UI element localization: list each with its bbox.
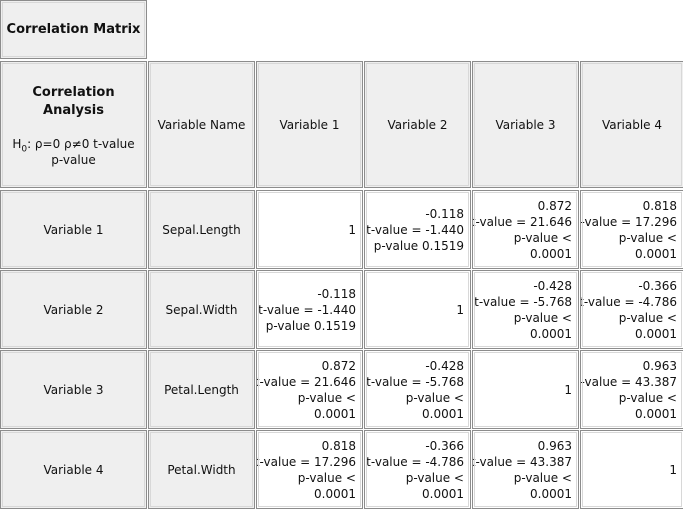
p-value-text: p-value < bbox=[405, 470, 464, 485]
correlation-value: -0.366 bbox=[425, 438, 464, 453]
correlation-cell[interactable]: 0.818 t-value = 17.296 p-value <0.0001 bbox=[580, 190, 683, 269]
t-value-text: t-value = 21.646 bbox=[256, 374, 356, 389]
correlation-stats: -0.366 t-value = -4.786 p-value <0.0001 bbox=[366, 438, 464, 502]
correlation-value: 0.872 bbox=[537, 198, 572, 213]
p-value-number: 0.0001 bbox=[530, 486, 572, 501]
correlation-cell[interactable]: -0.118 t-value = -1.440 p-value 0.1519 bbox=[256, 270, 363, 349]
row-header[interactable]: Variable 4 bbox=[0, 430, 147, 509]
p-value-text: p-value 0.1519 bbox=[373, 238, 464, 253]
t-value-text: t-value = -1.440 bbox=[258, 302, 356, 317]
p-value-text: p-value < bbox=[513, 310, 572, 325]
correlation-value: 1 bbox=[456, 302, 464, 317]
correlation-cell[interactable]: 0.872 t-value = 21.646 p-value <0.0001 bbox=[472, 190, 579, 269]
t-value-text: t-value = 17.296 bbox=[580, 214, 677, 229]
p-value-number: 0.0001 bbox=[530, 326, 572, 341]
p-value-text: p-value < bbox=[405, 390, 464, 405]
p-value-number: 0.0001 bbox=[635, 406, 677, 421]
variable-name-cell: Sepal.Length bbox=[148, 190, 255, 269]
correlation-value: -0.428 bbox=[533, 278, 572, 293]
row-header[interactable]: Variable 2 bbox=[0, 270, 147, 349]
correlation-value: 0.963 bbox=[537, 438, 572, 453]
p-value-number: 0.0001 bbox=[314, 406, 356, 421]
diagonal-cell[interactable]: 1 bbox=[580, 430, 683, 509]
pvalue-legend: p-value bbox=[51, 153, 96, 167]
correlation-value: -0.118 bbox=[425, 206, 464, 221]
t-value-text: t-value = -1.440 bbox=[366, 222, 464, 237]
t-value-text: t-value = 17.296 bbox=[256, 454, 356, 469]
correlation-cell[interactable]: -0.428 t-value = -5.768 p-value <0.0001 bbox=[472, 270, 579, 349]
correlation-stats: -0.118 t-value = -1.440 p-value 0.1519 bbox=[366, 206, 464, 254]
correlation-stats: -0.118 t-value = -1.440 p-value 0.1519 bbox=[258, 286, 356, 334]
p-value-number: 0.0001 bbox=[314, 486, 356, 501]
correlation-value: 1 bbox=[348, 222, 356, 237]
correlation-cell[interactable]: -0.118 t-value = -1.440 p-value 0.1519 bbox=[364, 190, 471, 269]
p-value-text: p-value < bbox=[618, 310, 677, 325]
correlation-cell[interactable]: 0.963 t-value = 43.387 p-value <0.0001 bbox=[472, 430, 579, 509]
variable-name-cell: Sepal.Width bbox=[148, 270, 255, 349]
correlation-stats: -0.366 t-value = -4.786 p-value <0.0001 bbox=[580, 278, 677, 342]
correlation-cell[interactable]: 0.872 t-value = 21.646 p-value <0.0001 bbox=[256, 350, 363, 429]
variable-name-cell: Petal.Width bbox=[148, 430, 255, 509]
correlation-cell[interactable]: -0.366 t-value = -4.786 p-value <0.0001 bbox=[580, 270, 683, 349]
column-header[interactable]: Variable 4 bbox=[580, 61, 683, 188]
correlation-value: -0.366 bbox=[638, 278, 677, 293]
correlation-value: 0.818 bbox=[642, 198, 677, 213]
column-header[interactable]: Variable 3 bbox=[472, 61, 579, 188]
row-header[interactable]: Variable 1 bbox=[0, 190, 147, 269]
p-value-text: p-value < bbox=[618, 390, 677, 405]
correlation-stats: 0.963 t-value = 43.387 p-value <0.0001 bbox=[580, 358, 677, 422]
correlation-stats: 0.872 t-value = 21.646 p-value <0.0001 bbox=[256, 358, 356, 422]
correlation-cell[interactable]: 0.963 t-value = 43.387 p-value <0.0001 bbox=[580, 350, 683, 429]
correlation-stats: 0.872 t-value = 21.646 p-value <0.0001 bbox=[472, 198, 572, 262]
t-value-text: t-value = 43.387 bbox=[580, 374, 677, 389]
t-value-text: t-value = -4.786 bbox=[580, 294, 677, 309]
analysis-corner-header: Correlation Analysis H0: ρ=0 ρ≠0 t-value… bbox=[0, 61, 147, 188]
correlation-value: -0.428 bbox=[425, 358, 464, 373]
t-value-text: t-value = 43.387 bbox=[472, 454, 572, 469]
correlation-cell[interactable]: -0.428 t-value = -5.768 p-value <0.0001 bbox=[364, 350, 471, 429]
diagonal-cell[interactable]: 1 bbox=[256, 190, 363, 269]
correlation-value: -0.118 bbox=[317, 286, 356, 301]
column-header[interactable]: Variable 2 bbox=[364, 61, 471, 188]
p-value-text: p-value < bbox=[297, 390, 356, 405]
t-value-text: t-value = -5.768 bbox=[474, 294, 572, 309]
correlation-stats: 0.963 t-value = 43.387 p-value <0.0001 bbox=[472, 438, 572, 502]
p-value-number: 0.0001 bbox=[422, 406, 464, 421]
row-header[interactable]: Variable 3 bbox=[0, 350, 147, 429]
variable-name-cell: Petal.Length bbox=[148, 350, 255, 429]
diagonal-cell[interactable]: 1 bbox=[472, 350, 579, 429]
p-value-number: 0.0001 bbox=[635, 246, 677, 261]
p-value-number: 0.0001 bbox=[422, 486, 464, 501]
correlation-cell[interactable]: 0.818 t-value = 17.296 p-value <0.0001 bbox=[256, 430, 363, 509]
correlation-value: 1 bbox=[564, 382, 572, 397]
t-value-text: t-value = -5.768 bbox=[366, 374, 464, 389]
correlation-stats: 0.818 t-value = 17.296 p-value <0.0001 bbox=[580, 198, 677, 262]
p-value-text: p-value < bbox=[513, 470, 572, 485]
correlation-value: 0.818 bbox=[321, 438, 356, 453]
p-value-text: p-value 0.1519 bbox=[265, 318, 356, 333]
correlation-value: 0.872 bbox=[321, 358, 356, 373]
p-value-text: p-value < bbox=[297, 470, 356, 485]
t-value-text: t-value = 21.646 bbox=[472, 214, 572, 229]
hypothesis-line: H0: ρ=0 ρ≠0 t-value bbox=[12, 137, 135, 155]
corner-line1: Correlation bbox=[32, 85, 115, 100]
column-header[interactable]: Variable Name bbox=[148, 61, 255, 188]
p-value-number: 0.0001 bbox=[635, 326, 677, 341]
correlation-value: 0.963 bbox=[642, 358, 677, 373]
p-value-number: 0.0001 bbox=[530, 246, 572, 261]
matrix-title: Correlation Matrix bbox=[0, 0, 147, 59]
p-value-text: p-value < bbox=[618, 230, 677, 245]
correlation-stats: 0.818 t-value = 17.296 p-value <0.0001 bbox=[256, 438, 356, 502]
correlation-value: 1 bbox=[669, 462, 677, 477]
correlation-stats: -0.428 t-value = -5.768 p-value <0.0001 bbox=[366, 358, 464, 422]
t-value-text: t-value = -4.786 bbox=[366, 454, 464, 469]
corner-line2: Analysis bbox=[43, 103, 104, 118]
correlation-cell[interactable]: -0.366 t-value = -4.786 p-value <0.0001 bbox=[364, 430, 471, 509]
correlation-stats: -0.428 t-value = -5.768 p-value <0.0001 bbox=[474, 278, 572, 342]
diagonal-cell[interactable]: 1 bbox=[364, 270, 471, 349]
column-header[interactable]: Variable 1 bbox=[256, 61, 363, 188]
p-value-text: p-value < bbox=[513, 230, 572, 245]
